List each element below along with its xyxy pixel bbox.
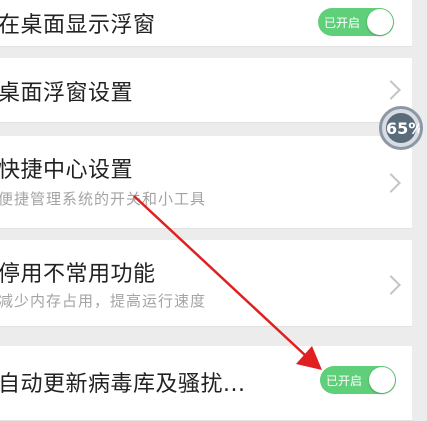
setting-title: 桌面浮窗设置 bbox=[0, 81, 134, 106]
toggle-knob bbox=[369, 367, 395, 393]
setting-title: 停用不常用功能 bbox=[0, 262, 156, 287]
desktop-float-toggle[interactable]: 已开启 bbox=[318, 8, 394, 36]
chevron-right-icon bbox=[381, 275, 401, 295]
setting-subtitle: 便捷管理系统的开关和小工具 bbox=[0, 190, 207, 208]
memory-percent: 65% bbox=[386, 119, 423, 138]
floating-memory-badge[interactable]: 65% bbox=[379, 106, 423, 150]
setting-row-quick-center[interactable]: 快捷中心设置 便捷管理系统的开关和小工具 bbox=[0, 136, 412, 229]
toggle-label: 已开启 bbox=[326, 374, 363, 388]
setting-title: 快捷中心设置 bbox=[0, 158, 134, 183]
setting-row-desktop-float[interactable]: 在桌面显示浮窗 已开启 bbox=[0, 0, 412, 47]
setting-row-auto-update[interactable]: 自动更新病毒库及骚扰... 已开启 bbox=[0, 346, 412, 421]
toggle-label: 已开启 bbox=[324, 16, 361, 30]
setting-row-disable-unused[interactable]: 停用不常用功能 减少内存占用，提高运行速度 bbox=[0, 240, 412, 327]
chevron-right-icon bbox=[381, 80, 401, 100]
toggle-knob bbox=[367, 9, 393, 35]
chevron-right-icon bbox=[381, 173, 401, 193]
setting-row-float-settings[interactable]: 桌面浮窗设置 bbox=[0, 58, 412, 123]
setting-subtitle: 减少内存占用，提高运行速度 bbox=[0, 292, 207, 310]
setting-title: 在桌面显示浮窗 bbox=[0, 13, 156, 38]
auto-update-toggle[interactable]: 已开启 bbox=[320, 366, 396, 394]
setting-title: 自动更新病毒库及骚扰... bbox=[0, 372, 246, 397]
